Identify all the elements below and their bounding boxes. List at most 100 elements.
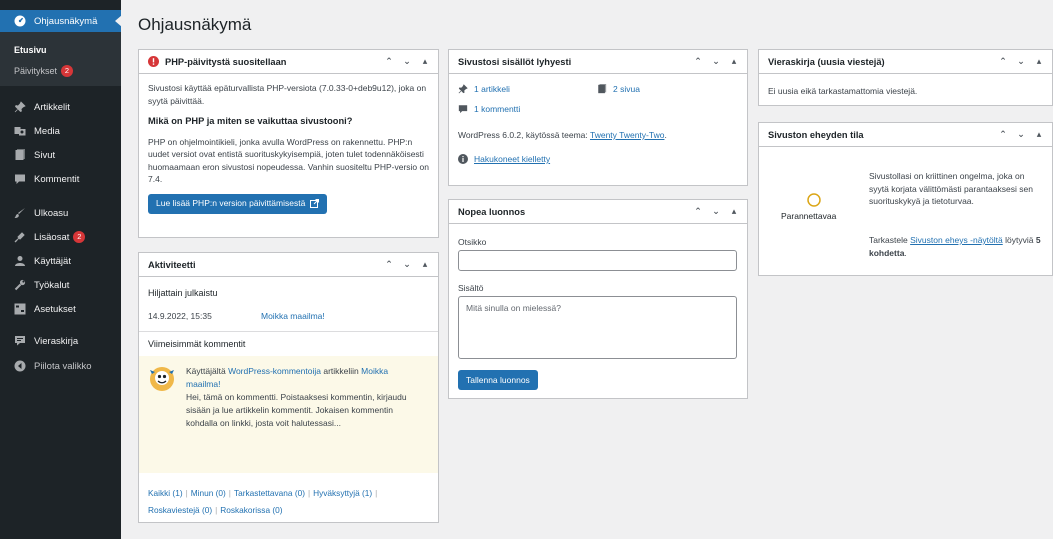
card-header: Nopea luonnos ⌃ ⌄ ▴ [449, 200, 747, 224]
card-title: PHP-päivitystä suositellaan [165, 56, 287, 67]
card-header: Sivustosi sisällöt lyhyesti ⌃ ⌄ ▴ [449, 50, 747, 74]
card-title: Sivustosi sisällöt lyhyesti [458, 56, 572, 67]
comment-meta: Käyttäjältä WordPress-kommentoija artikk… [186, 365, 424, 390]
brush-icon [14, 207, 26, 219]
post-link[interactable]: Moikka maailma! [261, 311, 325, 321]
sidebar-item-pages[interactable]: Sivut [0, 144, 121, 166]
toggle-panel-icon[interactable]: ▴ [729, 56, 739, 67]
sidebar-item-label: Kommentit [34, 173, 80, 185]
sidebar-sub-home[interactable]: Etusivu [14, 45, 47, 55]
move-down-icon[interactable]: ⌄ [1016, 56, 1026, 67]
move-down-icon[interactable]: ⌄ [1016, 129, 1026, 140]
pages-count-link[interactable]: 2 sivua [597, 84, 640, 94]
sidebar-item-label: Piilota valikko [34, 360, 92, 372]
php-warning-text: Sivustosi käyttää epäturvallista PHP-ver… [148, 83, 427, 106]
sidebar-sub-updates-label: Päivitykset [14, 66, 58, 76]
sidebar-item-settings[interactable]: Asetukset [0, 298, 121, 320]
card-header: Aktiviteetti ⌃ ⌄ ▴ [139, 253, 438, 277]
save-draft-button[interactable]: Tallenna luonnos [458, 370, 538, 390]
plugin-icon [14, 231, 26, 243]
filter-pending[interactable]: Tarkastettavana (0) [234, 488, 305, 498]
move-down-icon[interactable]: ⌄ [711, 56, 721, 67]
move-up-icon[interactable]: ⌃ [384, 259, 394, 270]
move-down-icon[interactable]: ⌄ [402, 259, 412, 270]
filter-trash[interactable]: Roskakorissa (0) [220, 505, 282, 515]
settings-icon [14, 303, 26, 315]
sidebar-item-label: Ulkoasu [34, 207, 69, 219]
move-up-icon[interactable]: ⌃ [384, 56, 394, 67]
sidebar-item-media[interactable]: Media [0, 120, 121, 142]
recent-comments-heading: Viimeisimmät kommentit [148, 339, 246, 349]
move-up-icon[interactable]: ⌃ [998, 129, 1008, 140]
comment-author-link[interactable]: WordPress-kommentoija [228, 366, 321, 376]
wp-version-text: WordPress 6.0.2, käytössä teema: Twenty … [458, 130, 667, 140]
filter-mine[interactable]: Minun (0) [191, 488, 226, 498]
card-controls: ⌃ ⌄ ▴ [693, 206, 739, 217]
title-label: Otsikko [458, 237, 487, 247]
sidebar-item-label: Ohjausnäkymä [34, 15, 98, 27]
wrench-icon [14, 279, 26, 291]
move-down-icon[interactable]: ⌄ [402, 56, 412, 67]
recent-published-heading: Hiljattain julkaistu [148, 288, 218, 298]
info-icon [458, 154, 468, 164]
sidebar-item-label: Työkalut [34, 279, 70, 291]
card-header: Sivuston eheyden tila ⌃ ⌄ ▴ [759, 123, 1052, 147]
card-controls: ⌃ ⌄ ▴ [693, 56, 739, 67]
sidebar-item-posts[interactable]: Artikkelit [0, 96, 121, 118]
pin-icon [14, 101, 26, 113]
search-engines-link[interactable]: Hakukoneet kielletty [458, 154, 550, 164]
wp-version-label: WordPress 6.0.2, käytössä teema: [458, 130, 588, 140]
move-down-icon[interactable]: ⌄ [711, 206, 721, 217]
comments-count-label: 1 kommentti [474, 104, 521, 114]
page-icon [14, 149, 26, 161]
sidebar-item-plugins[interactable]: Lisäosat 2 [0, 226, 121, 248]
site-health-link[interactable]: Sivuston eheys -näytöltä [910, 235, 1003, 245]
filter-spam[interactable]: Roskaviestejä (0) [148, 505, 212, 515]
move-up-icon[interactable]: ⌃ [998, 56, 1008, 67]
card-controls: ⌃ ⌄ ▴ [998, 56, 1044, 67]
theme-link[interactable]: Twenty Twenty-Two [590, 130, 664, 140]
card-title: Nopea luonnos [458, 206, 526, 217]
updates-count-badge: 2 [61, 65, 74, 77]
page-title: Ohjausnäkymä [138, 15, 252, 34]
site-health-card: Sivuston eheyden tila ⌃ ⌄ ▴ Parannettavaa … [758, 122, 1053, 276]
toggle-panel-icon[interactable]: ▴ [729, 206, 739, 217]
content-label: Sisältö [458, 283, 484, 293]
sidebar-sub-updates[interactable]: Päivitykset 2 [14, 65, 74, 77]
filter-approved[interactable]: Hyväksyttyjä (1) [313, 488, 372, 498]
dashboard-icon [14, 15, 26, 27]
card-title: Aktiviteetti [148, 259, 196, 270]
php-learn-more-button[interactable]: Lue lisää PHP:n version päivittämisestä [148, 193, 328, 214]
php-heading: Mikä on PHP ja miten se vaikuttaa sivust… [148, 116, 353, 126]
comment-filters: Kaikki (1) | Minun (0) | Tarkastettavana (0)… [148, 488, 378, 515]
comment-prefix: Käyttäjältä [186, 366, 226, 376]
sidebar-item-dashboard[interactable]: Ohjausnäkymä [0, 10, 122, 32]
user-icon [14, 255, 26, 267]
plugins-count-badge: 2 [73, 231, 86, 243]
card-header: Vieraskirja (uusia viestejä) ⌃ ⌄ ▴ [759, 50, 1052, 74]
sidebar-item-label: Lisäosat [34, 231, 70, 243]
posts-count-link[interactable]: 1 artikkeli [458, 84, 510, 94]
sidebar-item-comments[interactable]: Kommentit [0, 168, 121, 190]
collapse-menu-button[interactable]: Piilota valikko [0, 355, 121, 377]
card-controls: ⌃ ⌄ ▴ [384, 56, 430, 67]
sidebar-item-users[interactable]: Käyttäjät [0, 250, 121, 272]
filter-all[interactable]: Kaikki (1) [148, 488, 183, 498]
draft-content-textarea[interactable]: Mitä sinulla on mielessä? [458, 296, 737, 359]
toggle-panel-icon[interactable]: ▴ [1034, 56, 1044, 67]
sidebar-item-appearance[interactable]: Ulkoasu [0, 202, 121, 224]
move-up-icon[interactable]: ⌃ [693, 56, 703, 67]
draft-title-input[interactable] [458, 250, 737, 271]
sidebar-item-tools[interactable]: Työkalut [0, 274, 121, 296]
pin-icon [458, 84, 468, 94]
toggle-panel-icon[interactable]: ▴ [1034, 129, 1044, 140]
comments-count-link[interactable]: 1 kommentti [458, 104, 520, 114]
sidebar-item-label: Artikkelit [34, 101, 70, 113]
move-up-icon[interactable]: ⌃ [693, 206, 703, 217]
toggle-panel-icon[interactable]: ▴ [420, 56, 430, 67]
sidebar-item-label: Media [34, 125, 60, 137]
health-status-label: Parannettavaa [781, 211, 837, 221]
health-details-mid: löytyviä [1005, 235, 1034, 245]
sidebar-item-guestbook[interactable]: Vieraskirja [0, 330, 121, 352]
toggle-panel-icon[interactable]: ▴ [420, 259, 430, 270]
